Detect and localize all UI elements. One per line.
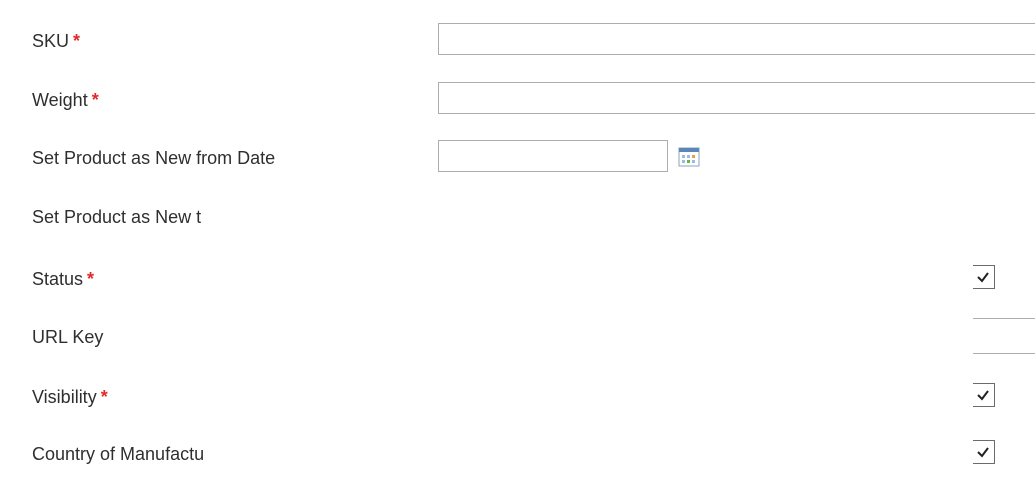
country-dropdown-toggle[interactable] xyxy=(973,440,995,464)
required-asterisk: * xyxy=(73,31,81,51)
country-label: Country of Manufactu xyxy=(32,444,205,464)
checkmark-icon xyxy=(977,390,989,401)
checkmark-icon xyxy=(977,272,989,283)
url-key-divider xyxy=(973,353,1035,354)
url-key-label: URL Key xyxy=(32,327,104,347)
new-from-date-input[interactable] xyxy=(438,140,668,172)
checkmark-icon xyxy=(977,447,989,458)
sku-input[interactable] xyxy=(438,23,1035,55)
required-asterisk: * xyxy=(87,269,95,289)
visibility-dropdown-toggle[interactable] xyxy=(973,383,995,407)
new-to-date-label: Set Product as New t xyxy=(32,207,202,227)
weight-input[interactable] xyxy=(438,82,1035,114)
required-asterisk: * xyxy=(91,90,99,110)
required-asterisk: * xyxy=(100,387,108,407)
weight-label: Weight * xyxy=(32,90,99,110)
new-from-date-label: Set Product as New from Date xyxy=(32,148,276,168)
calendar-icon[interactable] xyxy=(678,147,700,167)
status-dropdown-toggle[interactable] xyxy=(973,265,995,289)
status-label: Status * xyxy=(32,269,95,289)
sku-label: SKU * xyxy=(32,31,81,51)
visibility-label: Visibility * xyxy=(32,387,108,407)
occluding-overlay xyxy=(253,193,972,484)
